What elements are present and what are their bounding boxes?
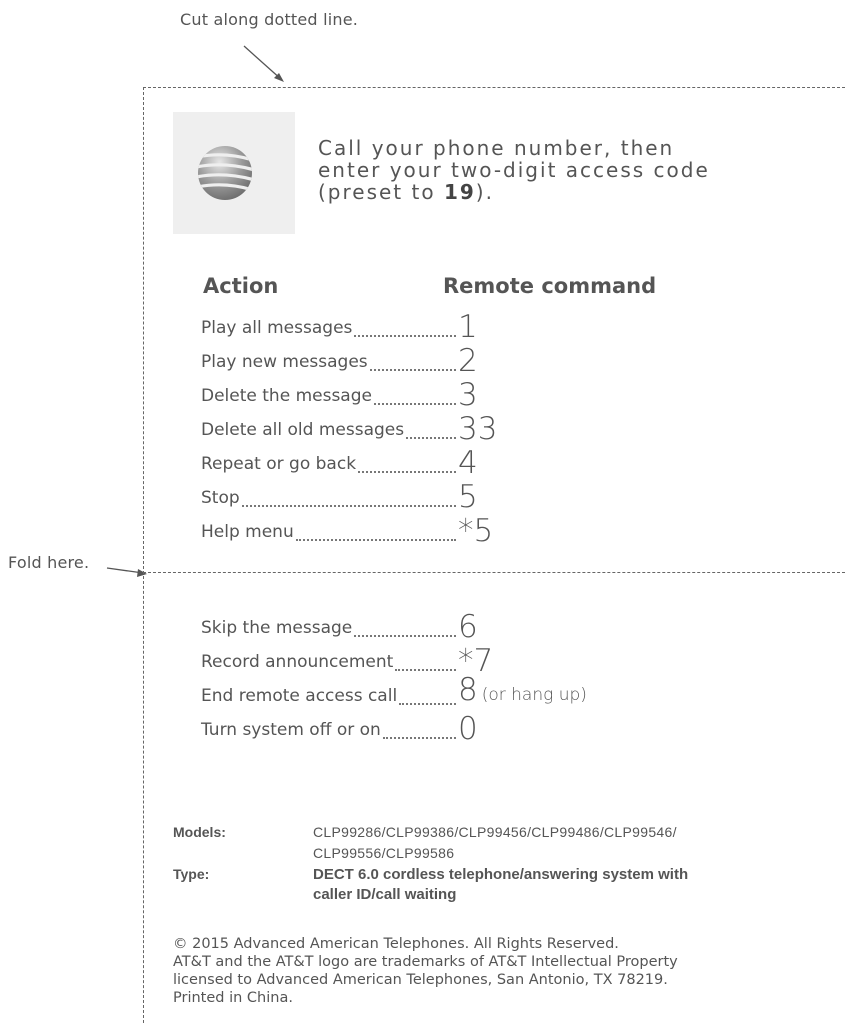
cut-note: Cut along dotted line. xyxy=(180,10,359,29)
intro-line-1: Call your phone number, then xyxy=(318,136,675,160)
command-row: Repeat or go back 4 xyxy=(201,444,801,480)
command-key-value: 8 xyxy=(458,672,478,708)
command-key-value: *5 xyxy=(458,513,494,549)
command-label: Repeat or go back xyxy=(201,454,357,474)
command-note: (or hang up) xyxy=(481,685,587,705)
intro-text: Call your phone number, then enter your … xyxy=(318,137,778,203)
command-row: Help menu *5 xyxy=(201,512,801,548)
command-label: Help menu xyxy=(201,522,294,542)
command-row: Stop 5 xyxy=(201,478,801,514)
command-label: Play new messages xyxy=(201,352,368,372)
intro-line-2: enter your two-digit access code xyxy=(318,158,710,182)
att-globe-icon xyxy=(198,146,252,200)
command-key-value: 6 xyxy=(458,609,478,645)
command-key: 3 xyxy=(458,378,478,412)
command-key-value: 1 xyxy=(458,309,478,345)
type-line-2: caller ID/call waiting xyxy=(313,886,457,903)
command-row: Delete the message 3 xyxy=(201,376,801,412)
cut-line-vertical xyxy=(143,87,144,1023)
command-row: Turn system off or on 0 xyxy=(201,710,801,746)
leader-dots xyxy=(370,369,456,371)
command-key: 5 xyxy=(458,480,478,514)
command-key-value: 4 xyxy=(458,445,478,481)
leader-dots xyxy=(296,539,456,541)
models-line-2: CLP99556/CLP99586 xyxy=(313,845,455,861)
command-key: *5 xyxy=(458,514,493,548)
remote-command-header: Remote command xyxy=(443,274,657,298)
leader-dots xyxy=(383,737,456,739)
command-key: 2 xyxy=(458,344,478,378)
fold-line xyxy=(143,572,845,573)
type-label: Type: xyxy=(173,866,210,882)
leader-dots xyxy=(374,403,456,405)
command-label: Delete all old messages xyxy=(201,420,405,440)
command-key: 8 (or hang up) xyxy=(458,673,587,712)
models-label: Models: xyxy=(173,824,226,840)
cut-arrow-icon xyxy=(243,45,284,82)
leader-dots xyxy=(395,669,456,671)
command-label: Skip the message xyxy=(201,618,353,638)
legal-text: © 2015 Advanced American Telephones. All… xyxy=(173,935,733,1007)
leader-dots xyxy=(406,437,456,439)
command-label: End remote access call xyxy=(201,686,398,706)
command-key-value: 0 xyxy=(458,711,478,747)
command-key: 33 xyxy=(458,412,497,446)
access-code: 19 xyxy=(443,180,476,204)
intro-line-3-post: ). xyxy=(475,180,494,204)
command-key: 1 xyxy=(458,310,478,344)
leader-dots xyxy=(354,635,456,637)
legal-line-3: licensed to Advanced American Telephones… xyxy=(173,972,668,988)
leader-dots xyxy=(399,703,456,705)
leader-dots xyxy=(242,505,456,507)
fold-note: Fold here. xyxy=(8,553,90,572)
command-label: Turn system off or on xyxy=(201,720,381,740)
command-key: 6 xyxy=(458,610,478,644)
intro-line-3: (preset to 19). xyxy=(318,181,778,203)
intro-line-3-pre: (preset to xyxy=(318,180,444,204)
command-key-value: 5 xyxy=(458,479,478,515)
legal-line-1: © 2015 Advanced American Telephones. All… xyxy=(173,936,619,952)
command-label: Play all messages xyxy=(201,318,353,338)
command-key-value: 2 xyxy=(458,343,478,379)
command-key-value: 3 xyxy=(458,377,478,413)
type-line-1: DECT 6.0 cordless telephone/answering sy… xyxy=(313,866,689,883)
legal-line-4: Printed in China. xyxy=(173,990,293,1006)
command-row: End remote access call 8 (or hang up) xyxy=(201,673,801,712)
command-key: 0 xyxy=(458,712,478,746)
command-label: Delete the message xyxy=(201,386,372,406)
legal-line-2: AT&T and the AT&T logo are trademarks of… xyxy=(173,954,678,970)
leader-dots xyxy=(358,471,456,473)
command-label: Stop xyxy=(201,488,240,508)
action-header: Action xyxy=(203,274,279,298)
command-row: Skip the message 6 xyxy=(201,608,801,644)
leader-dots xyxy=(354,335,456,337)
logo-panel xyxy=(173,112,295,234)
models-line-1: CLP99286/CLP99386/CLP99456/CLP99486/CLP9… xyxy=(313,824,677,840)
command-key: 4 xyxy=(458,446,478,480)
command-row: Play new messages 2 xyxy=(201,342,801,378)
command-label: Record announcement xyxy=(201,652,394,672)
cut-line xyxy=(143,87,845,88)
command-key-value: 33 xyxy=(458,411,498,447)
command-row: Play all messages 1 xyxy=(201,308,801,344)
command-row: Delete all old messages 33 xyxy=(201,410,801,446)
